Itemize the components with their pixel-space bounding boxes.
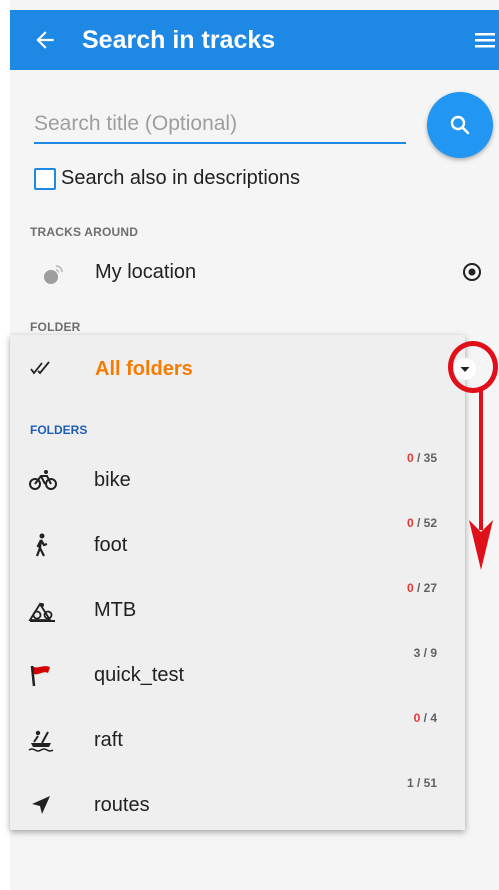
folder-name: quick_test bbox=[94, 664, 185, 686]
folder-item-mtb[interactable]: MTB 0 / 27 bbox=[10, 578, 465, 642]
search-icon bbox=[450, 115, 470, 135]
page-title: Search in tracks bbox=[82, 26, 276, 54]
navigation-arrow-icon bbox=[32, 796, 50, 814]
hamburger-menu-icon[interactable] bbox=[475, 30, 495, 50]
app-bar: Search in tracks bbox=[10, 10, 499, 70]
descriptions-checkbox[interactable] bbox=[34, 168, 56, 190]
folder-item-foot[interactable]: foot 0 / 52 bbox=[10, 513, 465, 577]
folder-name: bike bbox=[94, 469, 131, 491]
track-count: 0 / 4 bbox=[413, 711, 437, 725]
track-count: 0 / 35 bbox=[406, 451, 437, 465]
folder-item-raft[interactable]: raft 0 / 4 bbox=[10, 708, 465, 772]
my-location-label[interactable]: My location bbox=[95, 261, 196, 284]
gps-signal-icon bbox=[44, 265, 63, 284]
raft-icon bbox=[28, 730, 54, 752]
track-count: 1 / 51 bbox=[406, 776, 437, 790]
folder-item-routes[interactable]: routes 1 / 51 bbox=[10, 773, 465, 837]
folder-item-bike[interactable]: bike 0 / 35 bbox=[10, 448, 465, 512]
folder-name: foot bbox=[94, 534, 128, 556]
folder-name: MTB bbox=[94, 599, 137, 621]
left-edge-strip bbox=[0, 0, 10, 890]
track-count: 0 / 27 bbox=[406, 581, 437, 595]
folder-name: raft bbox=[94, 729, 123, 751]
red-arrow-annotation bbox=[469, 390, 493, 570]
folder-name: routes bbox=[94, 794, 150, 816]
folder-item-quick-test[interactable]: quick_test 3 / 9 bbox=[10, 643, 465, 707]
search-field bbox=[34, 108, 406, 144]
flag-icon bbox=[30, 665, 50, 687]
search-button[interactable] bbox=[427, 92, 493, 158]
tracks-around-header: TRACKS AROUND bbox=[30, 225, 139, 239]
descriptions-checkbox-label[interactable]: Search also in descriptions bbox=[61, 167, 300, 190]
track-count: 0 / 52 bbox=[406, 516, 437, 530]
all-folders-label: All folders bbox=[95, 358, 193, 380]
search-input[interactable] bbox=[34, 108, 406, 140]
folder-header: FOLDER bbox=[30, 320, 81, 334]
target-icon[interactable] bbox=[462, 262, 482, 282]
folders-header: FOLDERS bbox=[30, 423, 88, 437]
walker-icon bbox=[35, 533, 48, 557]
bicycle-icon bbox=[29, 470, 57, 490]
track-count: 3 / 9 bbox=[413, 646, 437, 660]
mountain-bike-icon bbox=[28, 602, 55, 622]
folder-selector[interactable]: All folders bbox=[10, 335, 476, 405]
chevron-down-icon[interactable] bbox=[453, 357, 477, 381]
double-check-icon bbox=[30, 361, 50, 375]
arrow-left-icon[interactable] bbox=[32, 27, 58, 53]
